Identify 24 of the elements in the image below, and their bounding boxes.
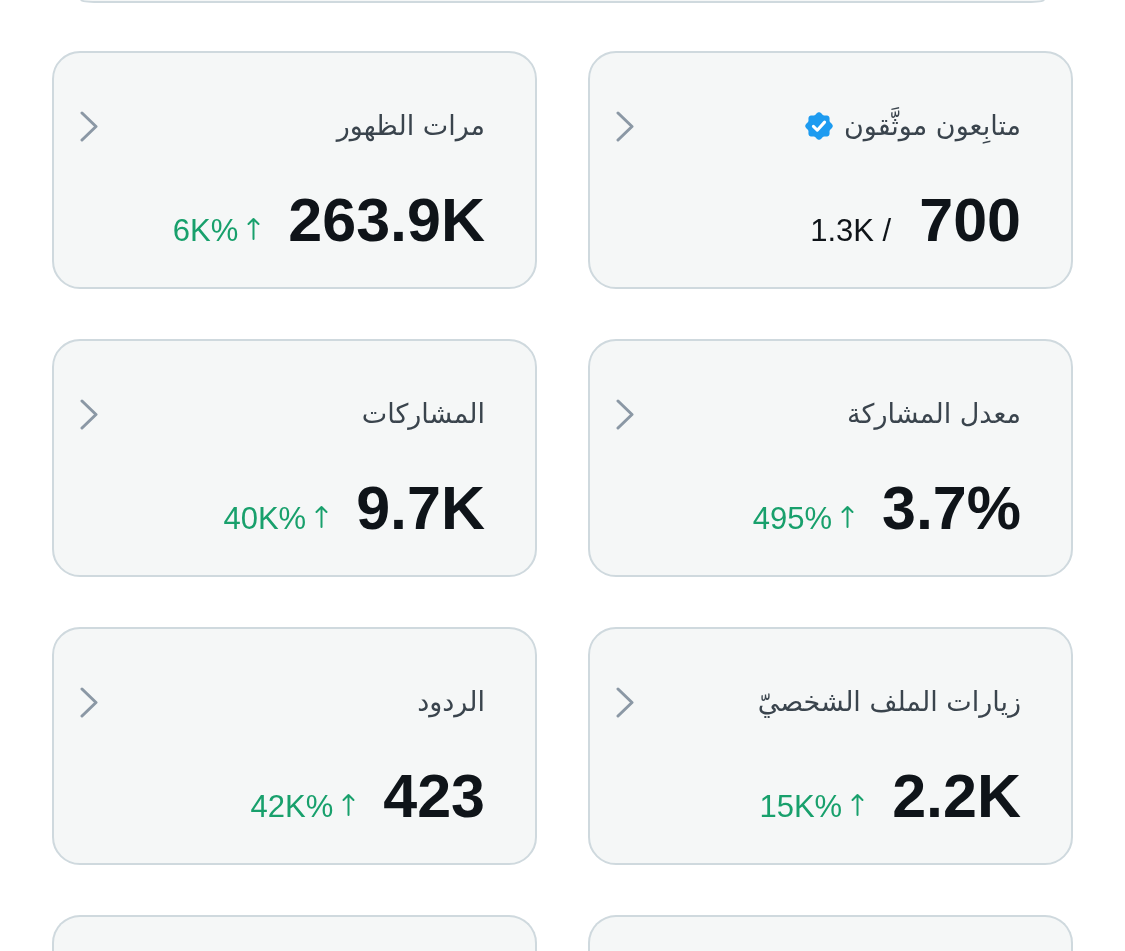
chevron-right-icon bbox=[616, 686, 634, 718]
card-title: معدل المشاركة bbox=[847, 397, 1021, 432]
change-percentage: 495% bbox=[752, 501, 832, 537]
stat-value: 700 bbox=[919, 188, 1021, 252]
card-title: المشاركات bbox=[361, 397, 485, 432]
chevron-right-icon bbox=[616, 398, 634, 430]
card-title: الردود bbox=[417, 685, 485, 720]
change-percentage: 15K% bbox=[759, 789, 843, 825]
stat-value: 423 bbox=[383, 764, 485, 828]
change-percentage: 6K% bbox=[172, 213, 239, 249]
stat-total: 1.3K / bbox=[810, 213, 892, 249]
stat-value: 3.7% bbox=[881, 476, 1021, 540]
stat-value: 2.2K bbox=[892, 764, 1021, 828]
chevron-right-icon bbox=[80, 110, 98, 142]
chevron-right-icon bbox=[80, 398, 98, 430]
card-title: متابِعون موثَّقون bbox=[843, 106, 1021, 146]
card-title: مرات الظهور bbox=[336, 109, 485, 144]
chevron-right-icon bbox=[80, 686, 98, 718]
stat-value: 263.9K bbox=[288, 188, 485, 252]
stat-value: 9.7K bbox=[356, 476, 485, 540]
change-percentage: 42K% bbox=[250, 789, 334, 825]
chevron-right-icon bbox=[616, 110, 634, 142]
card-title: زيارات الملف الشخصيّ bbox=[757, 685, 1021, 720]
change-percentage: 40K% bbox=[223, 501, 307, 537]
